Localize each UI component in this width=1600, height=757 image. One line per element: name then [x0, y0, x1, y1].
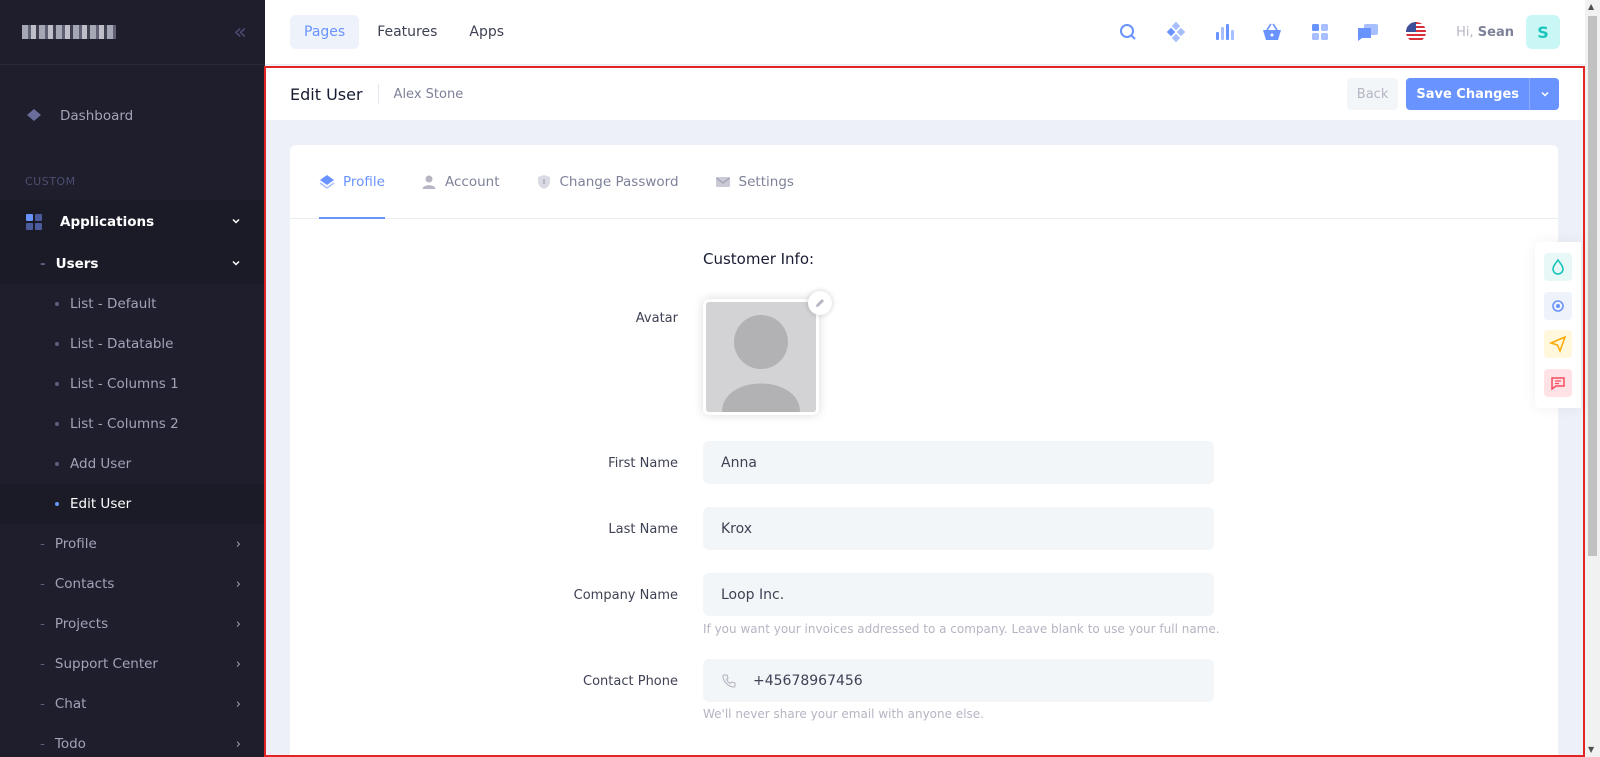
sidebar-item-edit-user[interactable]: Edit User — [0, 484, 265, 524]
pencil-icon[interactable] — [808, 291, 832, 315]
sidebar-section-label: CUSTOM — [25, 175, 76, 188]
sidebar-item-list-datatable[interactable]: List - Datatable — [0, 324, 265, 364]
company-name-label: Company Name — [573, 588, 678, 603]
edit-user-card: Profile Account Change Password Settings… — [290, 145, 1558, 757]
chevron-right-icon: › — [235, 736, 241, 752]
company-hint: If you want your invoices addressed to a… — [703, 622, 1220, 636]
avatar-label: Avatar — [635, 311, 678, 326]
top-nav: Pages Features Apps — [290, 15, 518, 49]
page-title: Edit User — [290, 84, 363, 104]
user-icon — [421, 174, 437, 190]
page-scrollbar[interactable]: ▲ ▼ — [1585, 0, 1600, 757]
company-name-field[interactable]: Loop Inc. — [703, 573, 1214, 616]
chevron-right-icon: › — [235, 656, 241, 672]
sidebar-item-projects[interactable]: - Projects › — [0, 604, 265, 644]
drop-icon[interactable] — [1544, 253, 1572, 282]
sidebar-item-profile[interactable]: - Profile › — [0, 524, 265, 564]
layers-icon — [25, 107, 43, 125]
avatar[interactable]: S — [1526, 15, 1560, 49]
tab-account[interactable]: Account — [421, 145, 500, 218]
chevron-down-icon — [231, 215, 241, 230]
sidebar-item-dashboard[interactable]: Dashboard — [0, 95, 265, 137]
basket-icon[interactable] — [1258, 18, 1286, 46]
section-title: Customer Info: — [703, 250, 815, 268]
chevron-right-icon: › — [235, 696, 241, 712]
sidebar-item-label: Dashboard — [60, 108, 134, 124]
sidebar-item-contacts[interactable]: - Contacts › — [0, 564, 265, 604]
chart-bars-icon[interactable] — [1210, 18, 1238, 46]
shield-icon — [536, 174, 552, 190]
sidebar-item-chat[interactable]: - Chat › — [0, 684, 265, 724]
sidebar-item-support-center[interactable]: - Support Center › — [0, 644, 265, 684]
sidebar-item-label: Users — [55, 256, 99, 272]
sidebar-item-users[interactable]: - Users — [0, 244, 265, 284]
user-greeting[interactable]: Hi, Sean — [1456, 25, 1514, 40]
sidebar-item-label: Applications — [60, 214, 155, 230]
tab-profile[interactable]: Profile — [319, 145, 385, 219]
contact-phone-label: Contact Phone — [583, 674, 678, 689]
first-name-field[interactable]: Anna — [703, 441, 1214, 484]
top-icons: Hi, Sean — [1114, 18, 1514, 46]
message-icon[interactable] — [1544, 368, 1572, 397]
contact-phone-field[interactable]: +45678967456 — [703, 659, 1214, 702]
apps-icon[interactable] — [1306, 18, 1334, 46]
subheader: Edit User Alex Stone Back Save Changes — [266, 68, 1583, 120]
tab-settings[interactable]: Settings — [715, 145, 794, 218]
save-changes-button-group: Save Changes — [1406, 78, 1559, 110]
sidebar-item-todo[interactable]: - Todo › — [0, 724, 265, 757]
last-name-label: Last Name — [608, 522, 678, 537]
chevron-down-icon[interactable] — [1529, 78, 1559, 110]
top-header: Pages Features Apps Hi, Sean S — [265, 0, 1585, 65]
sidebar-menu: Dashboard CUSTOM Applications - Users Li… — [0, 65, 265, 757]
apps-grid-icon — [25, 213, 43, 231]
top-nav-pages[interactable]: Pages — [290, 15, 360, 49]
chevron-right-icon: › — [235, 536, 241, 552]
page-subtitle: Alex Stone — [393, 86, 464, 102]
sidebar-header: « — [0, 0, 265, 65]
user-name: Sean — [1477, 24, 1514, 40]
divider — [377, 84, 379, 104]
subheader-actions: Back Save Changes — [1346, 78, 1559, 110]
chevron-down-icon — [231, 257, 241, 272]
first-name-label: First Name — [608, 456, 678, 471]
send-icon[interactable] — [1544, 330, 1572, 359]
collapse-sidebar-icon[interactable]: « — [234, 20, 248, 45]
chevron-right-icon: › — [235, 576, 241, 592]
phone-hint: We'll never share your email with anyone… — [703, 707, 984, 721]
layers-icon — [319, 174, 335, 190]
avatar-image[interactable] — [703, 299, 819, 415]
us-flag-icon[interactable] — [1402, 18, 1430, 46]
save-changes-button[interactable]: Save Changes — [1406, 78, 1529, 110]
top-nav-apps[interactable]: Apps — [455, 15, 518, 49]
search-icon[interactable] — [1114, 18, 1142, 46]
tab-change-password[interactable]: Change Password — [536, 145, 679, 218]
scrollbar-thumb[interactable] — [1588, 16, 1597, 556]
chat-icon[interactable] — [1354, 18, 1382, 46]
sticky-toolbar — [1535, 242, 1581, 408]
back-button[interactable]: Back — [1346, 78, 1399, 110]
sidebar-item-add-user[interactable]: Add User — [0, 444, 265, 484]
tabs: Profile Account Change Password Settings — [290, 145, 1558, 219]
sidebar-item-list-columns-1[interactable]: List - Columns 1 — [0, 364, 265, 404]
mail-icon — [715, 174, 731, 190]
scroll-down-arrow-icon[interactable]: ▼ — [1588, 745, 1594, 754]
brand-logo — [22, 25, 116, 39]
sidebar: « Dashboard CUSTOM Applications - Users — [0, 0, 265, 757]
gear-icon[interactable] — [1544, 291, 1572, 320]
scroll-up-arrow-icon[interactable]: ▲ — [1588, 2, 1594, 11]
chevron-right-icon: › — [235, 616, 241, 632]
sidebar-item-list-default[interactable]: List - Default — [0, 284, 265, 324]
top-nav-features[interactable]: Features — [363, 15, 451, 49]
diamond-icon[interactable] — [1162, 18, 1190, 46]
sidebar-item-applications[interactable]: Applications — [0, 200, 265, 244]
sidebar-item-list-columns-2[interactable]: List - Columns 2 — [0, 404, 265, 444]
phone-icon — [721, 673, 737, 689]
last-name-field[interactable]: Krox — [703, 507, 1214, 550]
